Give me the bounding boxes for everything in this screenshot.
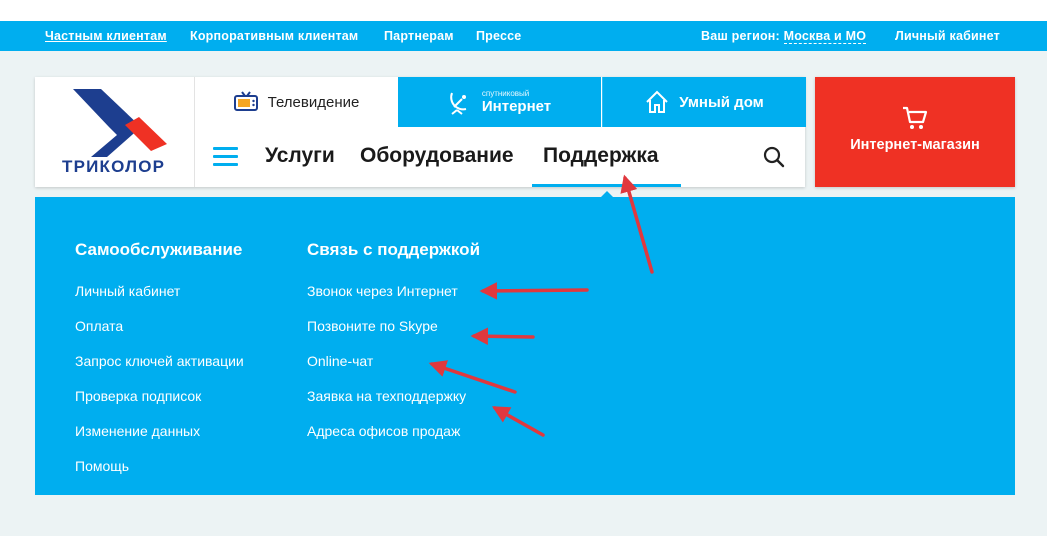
cart-icon	[901, 104, 929, 136]
topbar-account-link[interactable]: Личный кабинет	[895, 29, 1000, 43]
shop-button-label: Интернет-магазин	[850, 137, 980, 153]
support-dropdown: Самообслуживание Личный кабинет Оплата З…	[35, 197, 1015, 495]
search-icon[interactable]	[762, 145, 786, 174]
tv-icon	[233, 91, 258, 113]
menu-link-online-chat[interactable]: Online-чат	[307, 353, 373, 369]
menu-link-check-subscriptions[interactable]: Проверка подписок	[75, 388, 201, 404]
nav-support[interactable]: Поддержка	[543, 144, 659, 168]
tab-internet-label: Интернет	[481, 98, 552, 115]
tab-internet[interactable]: спутниковый Интернет	[398, 77, 601, 127]
tab-smart-home-label: Умный дом	[679, 93, 764, 111]
menu-link-skype[interactable]: Позвоните по Skype	[307, 318, 438, 334]
menu-link-help[interactable]: Помощь	[75, 458, 129, 474]
home-icon	[645, 90, 669, 114]
menu-link-account[interactable]: Личный кабинет	[75, 283, 180, 299]
menu-link-payment[interactable]: Оплата	[75, 318, 123, 334]
menu-link-change-data[interactable]: Изменение данных	[75, 423, 200, 439]
top-bar: Частным клиентам Корпоративным клиентам …	[0, 21, 1047, 51]
region-label: Ваш регион:	[701, 29, 780, 43]
menu-link-internet-call[interactable]: Звонок через Интернет	[307, 283, 458, 299]
menu-icon[interactable]	[213, 147, 238, 167]
menu-link-activation-keys[interactable]: Запрос ключей активации	[75, 353, 244, 369]
nav-services[interactable]: Услуги	[265, 144, 335, 168]
satellite-icon	[448, 89, 472, 115]
logo[interactable]: ТРИКОЛОР	[35, 77, 195, 187]
topbar-link-partners[interactable]: Партнерам	[384, 29, 454, 43]
topbar-link-press[interactable]: Прессе	[476, 29, 521, 43]
main-nav: Услуги Оборудование Поддержка	[195, 127, 805, 187]
nav-active-indicator	[532, 184, 681, 187]
region-value[interactable]: Москва и МО	[783, 29, 867, 44]
nav-equipment[interactable]: Оборудование	[360, 144, 514, 168]
shop-button[interactable]: Интернет-магазин	[815, 77, 1015, 187]
tab-smart-home[interactable]: Умный дом	[602, 77, 806, 127]
tab-tv[interactable]: Телевидение	[195, 77, 398, 127]
menu-link-sales-offices[interactable]: Адреса офисов продаж	[307, 423, 460, 439]
menu-link-support-request[interactable]: Заявка на техподдержку	[307, 388, 466, 404]
site-header: ТРИКОЛОР Телевидение спутниковый Интерне…	[35, 77, 806, 187]
logo-text: ТРИКОЛОР	[62, 157, 166, 176]
self-service-heading: Самообслуживание	[75, 240, 243, 259]
contact-support-heading: Связь с поддержкой	[307, 240, 481, 259]
topbar-link-private[interactable]: Частным клиентам	[45, 29, 167, 43]
topbar-link-corporate[interactable]: Корпоративным клиентам	[190, 29, 358, 43]
region-selector[interactable]: Ваш регион: Москва и МО	[701, 29, 867, 44]
tab-internet-caption: спутниковый	[481, 89, 530, 98]
tricolor-logo-icon	[73, 89, 167, 157]
tab-tv-label: Телевидение	[267, 93, 360, 111]
